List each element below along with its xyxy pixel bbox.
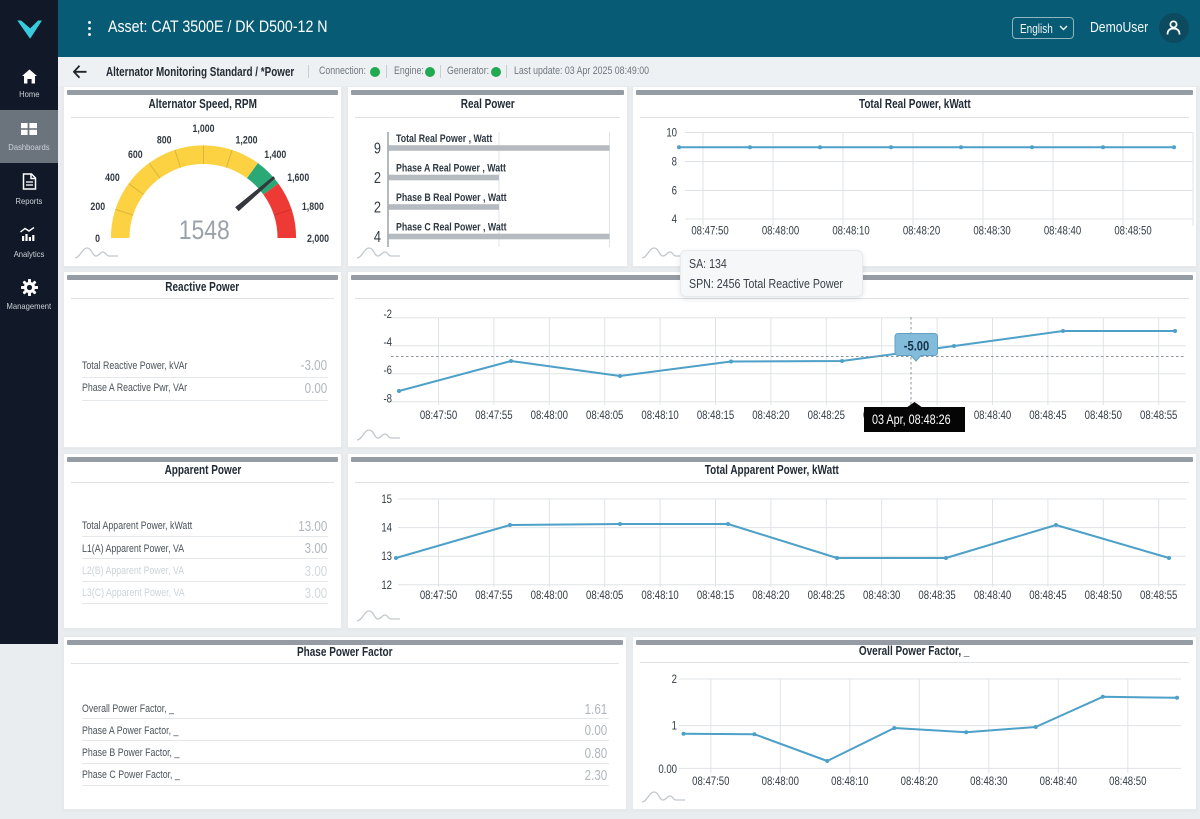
svg-text:08:48:40: 08:48:40	[974, 589, 1011, 602]
svg-text:08:48:45: 08:48:45	[1029, 589, 1066, 602]
svg-text:08:48:20: 08:48:20	[752, 409, 789, 422]
svg-text:0: 0	[95, 233, 100, 245]
svg-text:1,600: 1,600	[287, 172, 309, 184]
svg-text:-8: -8	[383, 393, 392, 406]
svg-text:0.00: 0.00	[658, 763, 677, 776]
svg-text:08:48:50: 08:48:50	[1114, 225, 1151, 238]
svg-text:2: 2	[374, 170, 381, 188]
svg-text:08:48:10: 08:48:10	[831, 775, 868, 788]
svg-text:08:48:50: 08:48:50	[1085, 589, 1122, 602]
svg-text:08:47:50: 08:47:50	[692, 775, 729, 788]
svg-text:4: 4	[374, 229, 381, 247]
svg-text:2,000: 2,000	[307, 233, 329, 245]
svg-text:08:48:20: 08:48:20	[752, 589, 789, 602]
svg-text:08:48:25: 08:48:25	[808, 589, 845, 602]
svg-text:15: 15	[381, 493, 392, 506]
svg-text:-6: -6	[383, 364, 392, 377]
svg-text:08:48:10: 08:48:10	[832, 225, 869, 238]
svg-text:08:48:50: 08:48:50	[1109, 775, 1146, 788]
svg-text:08:48:05: 08:48:05	[586, 589, 623, 602]
svg-text:08:47:50: 08:47:50	[420, 589, 457, 602]
svg-text:14: 14	[381, 522, 392, 535]
svg-text:800: 800	[157, 135, 172, 147]
svg-text:08:48:15: 08:48:15	[697, 589, 734, 602]
svg-text:08:48:00: 08:48:00	[531, 589, 568, 602]
svg-text:08:48:10: 08:48:10	[641, 409, 678, 422]
svg-text:1,000: 1,000	[192, 123, 214, 135]
svg-text:08:48:50: 08:48:50	[1085, 409, 1122, 422]
svg-text:08:48:55: 08:48:55	[1140, 589, 1177, 602]
svg-text:08:48:40: 08:48:40	[1044, 225, 1081, 238]
svg-text:08:48:20: 08:48:20	[903, 225, 940, 238]
svg-text:200: 200	[90, 201, 105, 213]
svg-text:08:48:30: 08:48:30	[863, 589, 900, 602]
svg-text:1,800: 1,800	[302, 201, 324, 213]
svg-text:1,200: 1,200	[236, 135, 258, 147]
svg-text:08:48:15: 08:48:15	[697, 409, 734, 422]
svg-text:12: 12	[381, 579, 392, 592]
svg-text:08:48:35: 08:48:35	[918, 589, 955, 602]
svg-text:9: 9	[374, 140, 381, 158]
svg-text:Total Real Power , Watt: Total Real Power , Watt	[396, 133, 493, 145]
svg-text:2: 2	[672, 673, 677, 686]
svg-text:08:48:25: 08:48:25	[808, 409, 845, 422]
svg-text:-5.00: -5.00	[904, 338, 929, 353]
svg-text:13: 13	[381, 550, 392, 563]
svg-text:1,400: 1,400	[264, 149, 286, 161]
svg-text:08:48:00: 08:48:00	[762, 225, 799, 238]
svg-text:08:47:50: 08:47:50	[420, 409, 457, 422]
svg-text:08:48:45: 08:48:45	[1029, 409, 1066, 422]
svg-text:08:48:00: 08:48:00	[531, 409, 568, 422]
svg-text:600: 600	[128, 149, 143, 161]
svg-text:6: 6	[672, 185, 677, 198]
svg-text:4: 4	[672, 213, 677, 226]
svg-text:08:48:05: 08:48:05	[586, 409, 623, 422]
svg-text:08:47:55: 08:47:55	[475, 409, 512, 422]
svg-text:2: 2	[374, 199, 381, 217]
svg-text:8: 8	[672, 156, 677, 169]
svg-text:08:48:30: 08:48:30	[973, 225, 1010, 238]
svg-text:1548: 1548	[179, 215, 230, 245]
svg-text:1: 1	[672, 720, 677, 733]
svg-text:-2: -2	[383, 308, 392, 321]
svg-text:08:48:40: 08:48:40	[1040, 775, 1077, 788]
svg-text:10: 10	[666, 127, 677, 140]
svg-text:08:48:20: 08:48:20	[901, 775, 938, 788]
svg-text:08:48:00: 08:48:00	[762, 775, 799, 788]
svg-text:Phase C Real Power , Watt: Phase C Real Power , Watt	[396, 222, 507, 234]
svg-text:400: 400	[105, 172, 120, 184]
svg-text:Phase A Real Power , Watt: Phase A Real Power , Watt	[396, 163, 507, 175]
svg-text:-4: -4	[383, 336, 392, 349]
svg-text:08:48:30: 08:48:30	[970, 775, 1007, 788]
svg-text:08:48:40: 08:48:40	[974, 409, 1011, 422]
svg-text:08:48:55: 08:48:55	[1140, 409, 1177, 422]
svg-text:08:48:10: 08:48:10	[641, 589, 678, 602]
svg-text:08:47:55: 08:47:55	[475, 589, 512, 602]
svg-text:08:47:50: 08:47:50	[691, 225, 728, 238]
svg-text:Phase B Real Power , Watt: Phase B Real Power , Watt	[396, 192, 507, 204]
